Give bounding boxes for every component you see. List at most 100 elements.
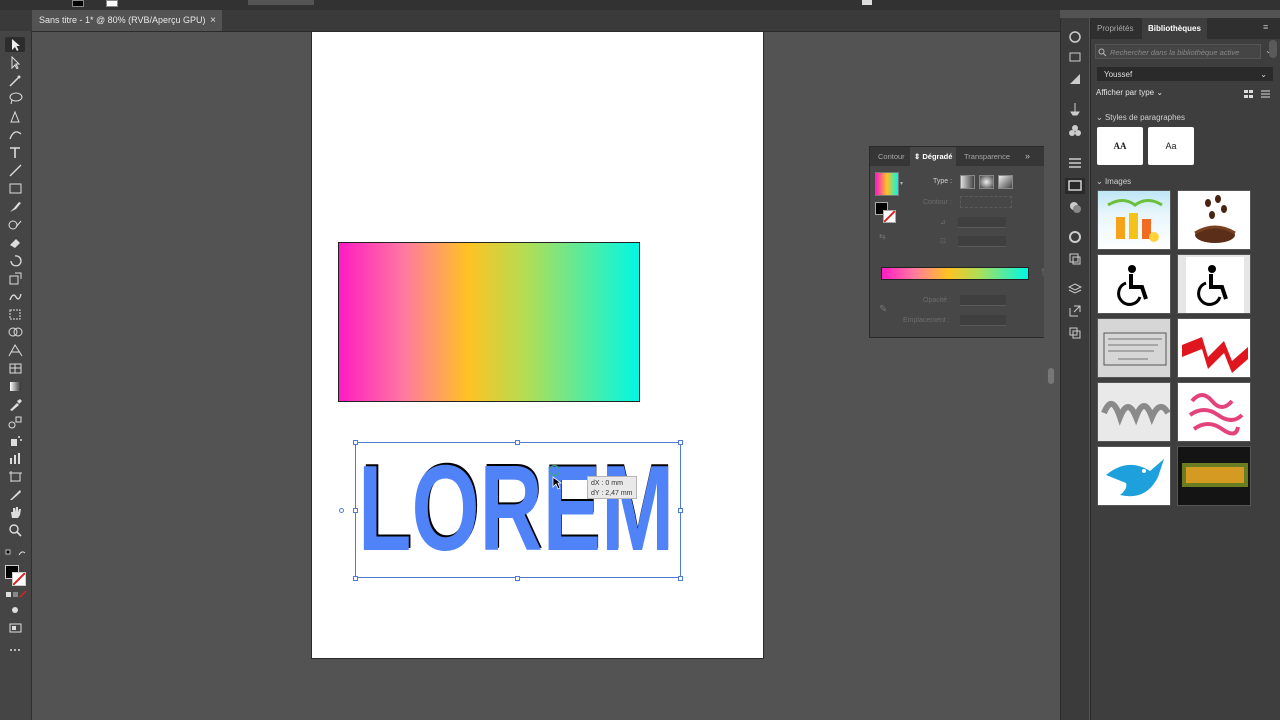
freeform-gradient-button[interactable] xyxy=(998,175,1013,189)
image-thumb-live-laugh-love[interactable] xyxy=(1177,382,1251,442)
drawing-mode-icon[interactable] xyxy=(8,605,23,618)
blend-tool-icon[interactable] xyxy=(8,416,23,429)
tab-properties[interactable]: Propriétés xyxy=(1091,18,1139,39)
radial-gradient-button[interactable] xyxy=(979,175,994,189)
location-field[interactable] xyxy=(960,315,1006,326)
free-transform-tool-icon[interactable] xyxy=(8,308,23,321)
aspect-ratio-field[interactable] xyxy=(958,236,1006,247)
list-view-icon[interactable] xyxy=(1260,89,1271,99)
mesh-tool-icon[interactable] xyxy=(8,362,23,375)
graphic-styles-icon[interactable] xyxy=(1068,252,1082,266)
image-thumb-coffee[interactable] xyxy=(1177,190,1251,250)
vertical-scrollbar[interactable] xyxy=(1044,32,1058,720)
text-port-handle[interactable] xyxy=(339,508,344,513)
close-icon[interactable]: × xyxy=(210,10,216,31)
eraser-tool-icon[interactable] xyxy=(8,236,23,249)
tab-transparency[interactable]: Transparence xyxy=(960,147,1014,166)
stroke-swatch[interactable] xyxy=(106,0,118,7)
paragraph-style-2[interactable]: Aa xyxy=(1148,127,1194,165)
curvature-tool-icon[interactable] xyxy=(8,128,23,141)
linear-gradient-button[interactable] xyxy=(960,175,975,189)
library-select[interactable]: Youssef ⌄ xyxy=(1097,67,1273,81)
tab-libraries[interactable]: Bibliothèques xyxy=(1142,18,1207,39)
images-section[interactable]: ⌄ Images xyxy=(1096,177,1131,186)
magic-wand-tool-icon[interactable] xyxy=(8,74,23,87)
image-thumb-blue-bird[interactable] xyxy=(1097,446,1171,506)
gradient-slider[interactable] xyxy=(881,267,1029,280)
direct-selection-tool-icon[interactable] xyxy=(8,56,23,69)
appearance-icon[interactable] xyxy=(1068,230,1082,244)
rectangle-tool-icon[interactable] xyxy=(8,182,23,195)
handle-top-right[interactable] xyxy=(678,440,683,445)
hand-tool-icon[interactable] xyxy=(8,506,23,519)
rotate-tool-icon[interactable] xyxy=(8,254,23,267)
zoom-tool-icon[interactable] xyxy=(8,524,23,537)
color-mode-icons[interactable] xyxy=(5,591,27,604)
contour-options[interactable] xyxy=(960,196,1012,208)
swap-colors-icon[interactable]: ⇆ xyxy=(879,232,886,241)
align-icon[interactable] xyxy=(1068,156,1082,170)
symbols-icon[interactable] xyxy=(1068,124,1082,138)
default-colors-icon[interactable] xyxy=(5,549,27,562)
panel-menu-icon[interactable]: ≡ xyxy=(1263,22,1268,32)
scrollbar-thumb[interactable] xyxy=(1047,367,1055,385)
document-tab[interactable]: Sans titre - 1* @ 80% (RVB/Aperçu GPU) × xyxy=(32,10,222,31)
image-thumb-stamp[interactable] xyxy=(1097,318,1171,378)
brushes-icon[interactable] xyxy=(1068,102,1082,116)
control-bar-field[interactable] xyxy=(248,0,314,5)
handle-bottom-right[interactable] xyxy=(678,576,683,581)
scale-tool-icon[interactable] xyxy=(8,272,23,285)
image-thumb-metal[interactable] xyxy=(1097,382,1171,442)
paintbrush-tool-icon[interactable] xyxy=(8,200,23,213)
slice-tool-icon[interactable] xyxy=(8,488,23,501)
line-tool-icon[interactable] xyxy=(8,164,23,177)
color-icon[interactable] xyxy=(1068,72,1082,86)
handle-middle-left[interactable] xyxy=(353,508,358,513)
libraries-icon[interactable] xyxy=(1068,30,1082,44)
pen-tool-icon[interactable] xyxy=(8,110,23,123)
tab-gradient[interactable]: ⇕ Dégradé xyxy=(910,147,957,166)
artboard-tool-icon[interactable] xyxy=(8,470,23,483)
selection-tool-icon[interactable] xyxy=(5,37,25,52)
symbol-sprayer-tool-icon[interactable] xyxy=(8,434,23,447)
selection-bounding-box[interactable] xyxy=(355,442,681,578)
perspective-grid-tool-icon[interactable] xyxy=(8,344,23,357)
opacity-field[interactable] xyxy=(960,295,1006,306)
shape-builder-tool-icon[interactable] xyxy=(8,326,23,339)
layers-icon[interactable] xyxy=(1067,282,1083,296)
image-thumb-ribbon[interactable] xyxy=(1177,318,1251,378)
warp-tool-icon[interactable] xyxy=(8,290,23,303)
artboards-icon[interactable] xyxy=(1068,326,1082,340)
grid-view-icon[interactable] xyxy=(1243,89,1254,99)
handle-top-center[interactable] xyxy=(515,440,520,445)
angle-field[interactable] xyxy=(958,217,1006,228)
panel-stroke-swatch[interactable] xyxy=(883,210,896,223)
fill-swatch[interactable] xyxy=(72,0,84,7)
transparency-icon[interactable] xyxy=(1068,200,1082,214)
gradient-dropdown-icon[interactable]: ▾ xyxy=(900,180,903,187)
eyedropper-icon[interactable]: ✎ xyxy=(879,304,887,315)
lasso-tool-icon[interactable] xyxy=(8,92,23,105)
image-thumb-wheelchair[interactable] xyxy=(1097,254,1171,314)
gradient-fill-swatch[interactable] xyxy=(875,172,899,196)
gradient-tool-icon[interactable] xyxy=(8,380,23,393)
handle-bottom-center[interactable] xyxy=(515,576,520,581)
handle-top-left[interactable] xyxy=(353,440,358,445)
panel-collapse-icon[interactable]: » xyxy=(1025,151,1030,161)
gradient-panel-icon[interactable] xyxy=(1065,178,1085,194)
paragraph-style-1[interactable]: AA xyxy=(1097,127,1143,165)
control-bar-button[interactable] xyxy=(862,0,872,5)
stroke-color-swatch[interactable] xyxy=(12,572,26,586)
image-thumb-wheelchair-framed[interactable] xyxy=(1177,254,1251,314)
paragraph-styles-section[interactable]: ⌄ Styles de paragraphes xyxy=(1096,113,1185,122)
image-thumb-youssef-3d[interactable] xyxy=(1177,446,1251,506)
eyedropper-tool-icon[interactable] xyxy=(8,398,23,411)
handle-middle-right[interactable] xyxy=(678,508,683,513)
gradient-rectangle[interactable] xyxy=(338,242,640,402)
library-search-input[interactable]: Rechercher dans la bibliothèque active xyxy=(1095,44,1261,59)
image-thumb-juice[interactable] xyxy=(1097,190,1171,250)
screen-mode-icon[interactable] xyxy=(8,623,23,636)
graph-tool-icon[interactable] xyxy=(8,452,23,465)
type-tool-icon[interactable] xyxy=(8,146,23,159)
panel-scrollbar-thumb[interactable] xyxy=(1269,40,1277,58)
